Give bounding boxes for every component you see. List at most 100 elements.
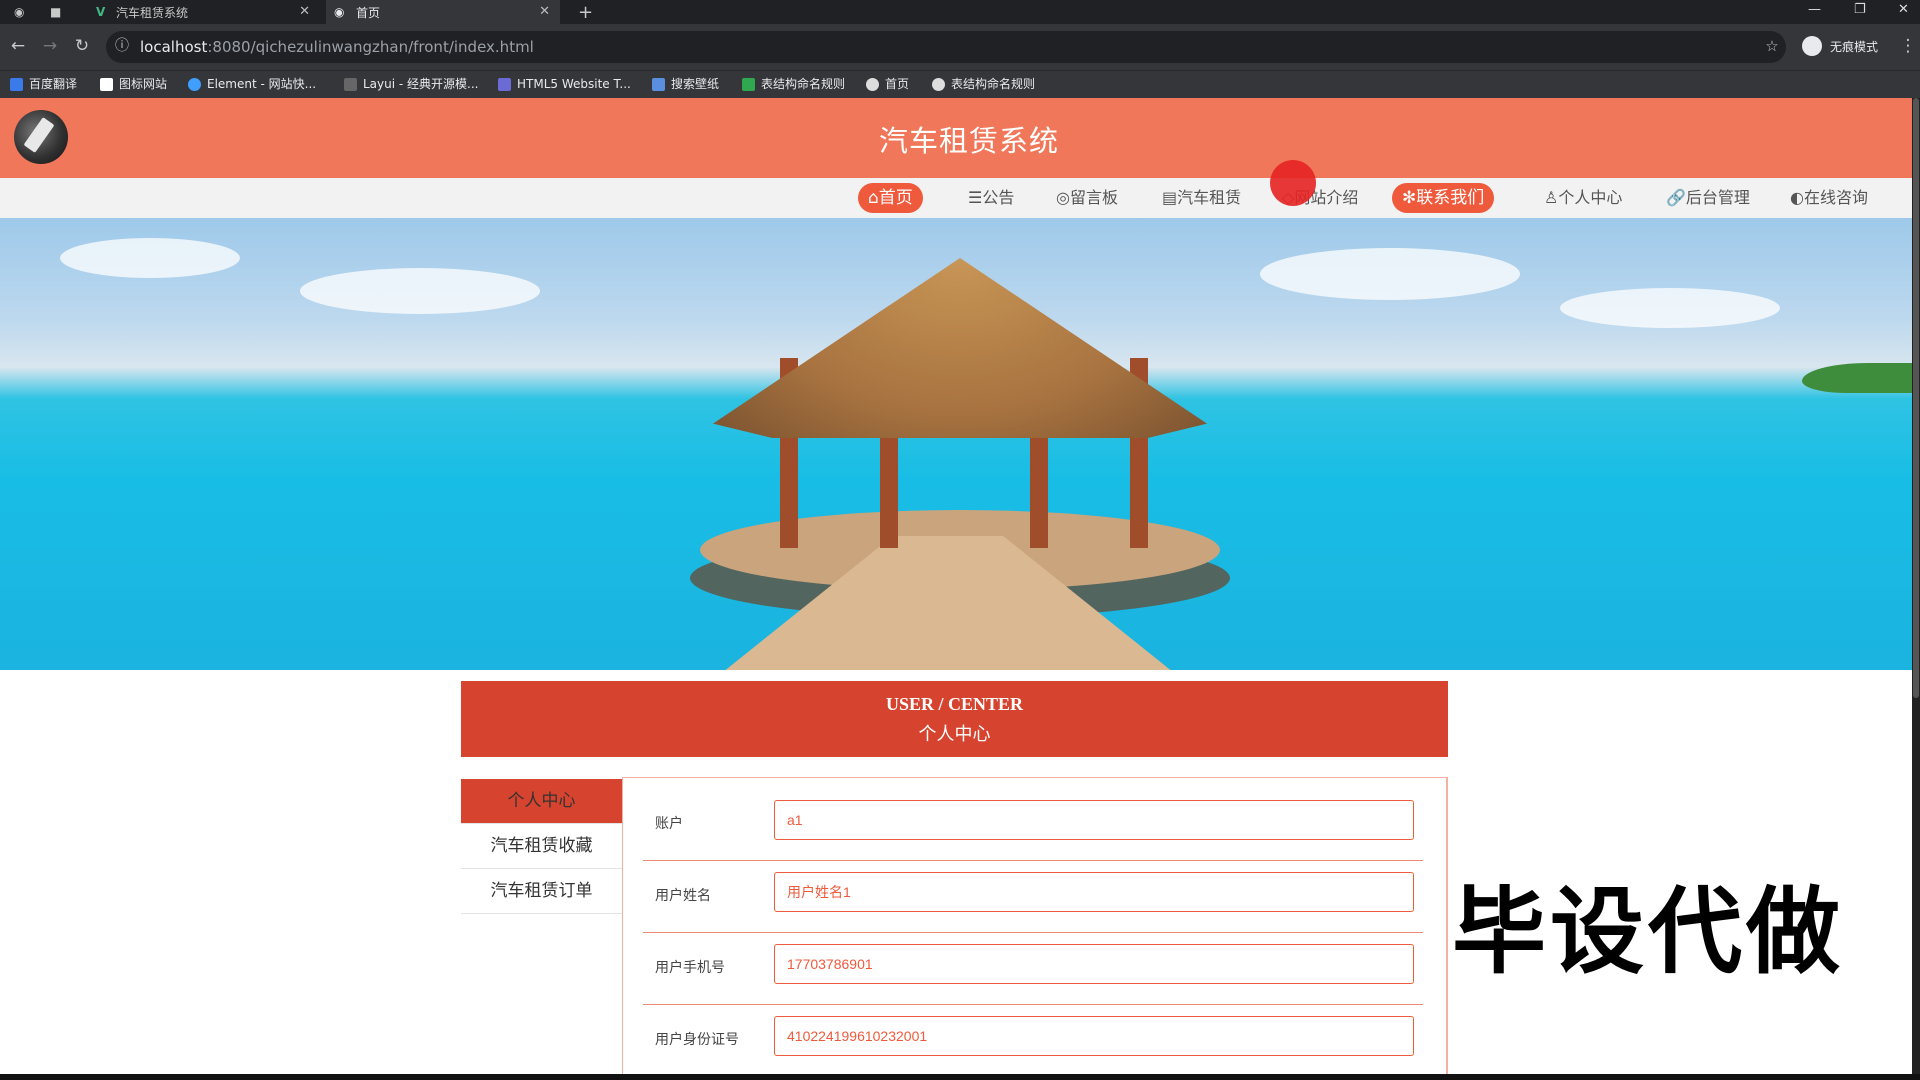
url-text[interactable]: localhost:8080/qichezulinwangzhan/front/… (140, 24, 534, 70)
nav-car-rental[interactable]: ▤汽车租赁 (1152, 183, 1251, 213)
account-input[interactable] (774, 800, 1414, 840)
info-icon[interactable]: ⓘ (112, 36, 132, 56)
menu-icon[interactable]: ⋮ (1898, 36, 1918, 56)
scrollbar-thumb[interactable] (1913, 98, 1919, 698)
nav-label: 在线咨询 (1803, 188, 1868, 207)
bookmark-item[interactable]: 表结构命名规则 (932, 71, 1035, 98)
bookmark-label: 首页 (885, 77, 910, 91)
nav-notice[interactable]: ☰公告 (958, 183, 1024, 213)
back-icon[interactable]: ← (8, 36, 28, 56)
account-label: 账户 (655, 816, 683, 832)
name-input[interactable] (774, 872, 1414, 912)
phone-input[interactable] (774, 944, 1414, 984)
id-number-label: 用户身份证号 (655, 1032, 739, 1048)
minimize-icon[interactable]: — (1808, 2, 1821, 17)
address-bar: ← → ↻ ⓘ localhost:8080/qichezulinwangzha… (0, 24, 1920, 70)
bookmark-item[interactable]: 首页 (866, 71, 909, 98)
site-title: 汽车租赁系统 (878, 124, 1059, 158)
side-item-personal-center[interactable]: 个人中心 (461, 779, 622, 824)
profile-label[interactable]: 无痕模式 (1830, 24, 1878, 70)
chrome-icon[interactable]: ◉ (14, 0, 34, 24)
nav-label: 留言板 (1069, 188, 1118, 207)
flag-icon (100, 78, 113, 91)
thatched-roof (713, 258, 1207, 438)
section-title-en: USER / CENTER (885, 694, 1024, 714)
bookmark-label: HTML5 Website T... (517, 77, 631, 91)
nav-messageboard[interactable]: ◎留言板 (1046, 183, 1128, 213)
nav-admin[interactable]: 🔗后台管理 (1656, 183, 1760, 213)
tab-1-title: 汽车租赁系统 (116, 5, 189, 20)
profile-form: 账户 用户姓名 用户手机号 用户身份证号 (622, 777, 1448, 1080)
table-icon: ▤ (1162, 188, 1178, 207)
nav-online-consult[interactable]: ◐在线咨询 (1780, 183, 1878, 213)
bookmarks-bar: 百度翻译 图标网站 Element - 网站快... Layui - 经典开源模… (0, 70, 1920, 99)
taskbar-edge (0, 1074, 1920, 1080)
form-row: 用户身份证号 (643, 1004, 1423, 1077)
cloud (300, 268, 540, 314)
id-number-input[interactable] (774, 1016, 1414, 1056)
bookmark-item[interactable]: 搜索壁纸 (652, 71, 719, 98)
link-icon: 🔗 (1666, 188, 1686, 207)
scrollbar[interactable] (1912, 98, 1920, 1080)
html5-icon (498, 78, 511, 91)
nav-label: 首页 (878, 188, 913, 208)
bookmark-item[interactable]: HTML5 Website T... (498, 71, 631, 98)
star-icon[interactable]: ☆ (1762, 36, 1782, 56)
close-icon[interactable]: ✕ (299, 4, 310, 19)
globe-icon (932, 78, 945, 91)
nav-contact[interactable]: ✻联系我们 (1392, 183, 1495, 213)
new-tab-button[interactable]: + (578, 0, 598, 24)
sheet-icon (742, 78, 755, 91)
incognito-icon[interactable] (1802, 36, 1822, 56)
nav-label: 联系我们 (1416, 188, 1485, 208)
tab-2[interactable]: ◉ 首页 ✕ (326, 0, 560, 24)
hero-carousel[interactable] (0, 218, 1912, 670)
globe-icon: ◉ (334, 5, 345, 19)
tab-1[interactable]: V 汽车租赁系统 ✕ (90, 0, 320, 24)
tab-search-icon[interactable]: ■ (50, 0, 70, 24)
form-row: 用户姓名 (643, 860, 1423, 933)
bookmark-item[interactable]: 百度翻译 (10, 71, 77, 98)
bookmark-label: 表结构命名规则 (761, 77, 846, 91)
url-path: :8080/qichezulinwangzhan/front/index.htm… (207, 38, 534, 56)
close-icon[interactable]: ✕ (539, 4, 550, 19)
bookmark-label: 百度翻译 (29, 77, 78, 91)
cloud (60, 238, 240, 278)
form-row: 用户手机号 (643, 932, 1423, 1005)
element-icon (188, 78, 201, 91)
reload-icon[interactable]: ↻ (72, 36, 92, 56)
target-icon: ◎ (1056, 188, 1070, 207)
name-label: 用户姓名 (655, 888, 711, 904)
nav-home[interactable]: ⌂首页 (858, 183, 923, 213)
forward-icon[interactable]: → (40, 36, 60, 56)
bookmark-label: 表结构命名规则 (951, 77, 1036, 91)
nav-label: 个人中心 (1558, 188, 1623, 207)
nav-personal-center[interactable]: ♙个人中心 (1534, 183, 1632, 213)
island (1802, 363, 1912, 393)
phone-label: 用户手机号 (655, 960, 725, 976)
translate-icon (10, 78, 23, 91)
side-item-orders[interactable]: 汽车租赁订单 (461, 869, 622, 914)
cloud (1260, 248, 1520, 300)
close-window-icon[interactable]: ✕ (1898, 2, 1909, 17)
site-header: 汽车租赁系统 (0, 98, 1912, 178)
bookmark-label: 图标网站 (119, 77, 168, 91)
browser-tab-bar: ◉ ■ V 汽车租赁系统 ✕ ◉ 首页 ✕ + — ❐ ✕ (0, 0, 1920, 24)
side-menu: 个人中心 汽车租赁收藏 汽车租赁订单 (461, 779, 622, 914)
globe-icon (866, 78, 879, 91)
layui-icon (344, 78, 357, 91)
wallpaper-icon (652, 78, 665, 91)
nav-label: 公告 (982, 188, 1015, 207)
bookmark-item[interactable]: 图标网站 (100, 71, 167, 98)
tab-2-title: 首页 (356, 5, 381, 20)
bookmark-item[interactable]: Element - 网站快... (188, 71, 316, 98)
user-icon: ♙ (1544, 188, 1559, 207)
bookmark-item[interactable]: 表结构命名规则 (742, 71, 845, 98)
bookmark-label: Element - 网站快... (207, 77, 317, 91)
section-title-cn: 个人中心 (918, 724, 991, 744)
section-header: USER / CENTER 个人中心 (461, 681, 1448, 757)
restore-icon[interactable]: ❐ (1854, 2, 1866, 17)
cloud (1560, 288, 1780, 328)
side-item-favorites[interactable]: 汽车租赁收藏 (461, 824, 622, 869)
bookmark-item[interactable]: Layui - 经典开源模... (344, 71, 478, 98)
